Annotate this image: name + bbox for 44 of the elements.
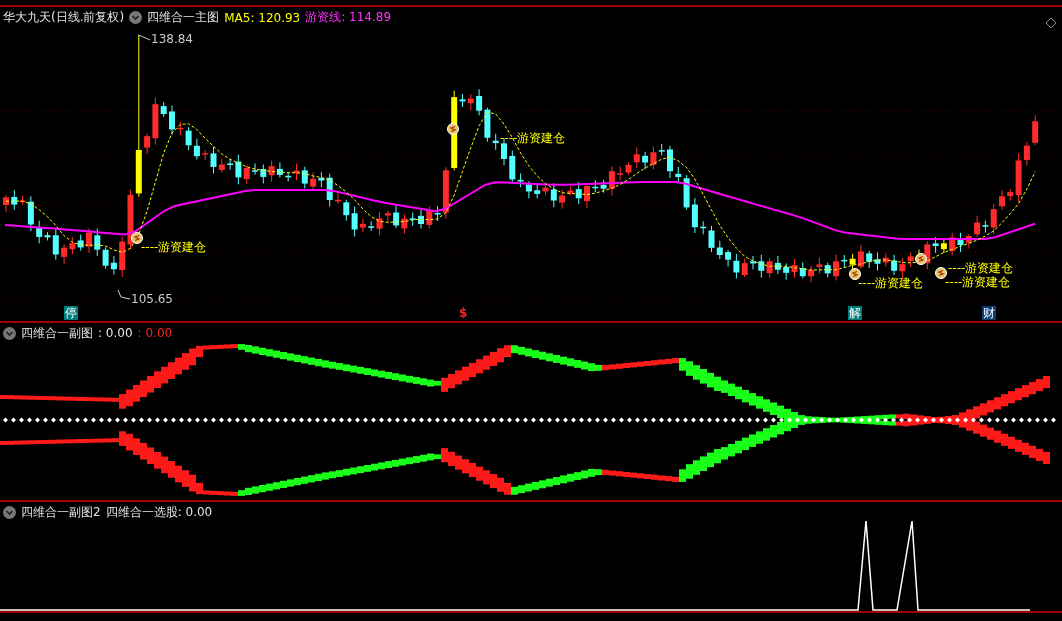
money-bag-icon [915,253,927,265]
event-marker[interactable]: 财 [982,305,996,320]
event-marker[interactable]: 停 [64,305,78,320]
money-bag-icon [131,232,143,244]
signal-label: ----游资建仓 [858,276,924,290]
indicator-value: : 0.00 [137,326,173,341]
indicator-value: : 0.00 [98,326,133,341]
hot-money-value: 游资线: 114.89 [305,9,392,26]
stock-name: 华大九天(日线.前复权) [3,9,125,26]
signal-label: ----游资建仓 [948,261,1014,275]
indicator-value: 四维合一选股: 0.00 [105,504,213,522]
candlestick [418,209,424,230]
candlestick [833,254,839,281]
candlestick [667,145,673,179]
indicator-name: 四维合一主图 [147,9,220,26]
high-price-label: 138.84 [151,32,193,46]
candlestick [86,227,92,254]
ma5-value: MA5: 120.93 [224,10,301,25]
collapse-icon[interactable] [129,11,143,24]
event-marker[interactable]: 解 [848,305,862,320]
candlestick [3,194,9,213]
diamond-icon[interactable] [1045,17,1057,29]
candlestick [750,255,756,270]
high-leader-line [137,34,151,41]
money-bag-icon [447,123,459,135]
candlestick [335,192,341,205]
signal-label: ----游资建仓 [945,275,1011,289]
low-price-label: 105.65 [131,292,173,306]
candlestick [584,183,590,209]
money-bag-icon [849,268,861,280]
collapse-icon[interactable] [3,506,16,520]
money-bag-icon [935,267,947,279]
low-leader-line [117,289,131,300]
indicator-name: 四维合一副图 [21,324,93,342]
candlestick [252,162,258,176]
candlestick [1032,114,1039,146]
indicator-name: 四维合一副图2 [21,504,101,522]
event-marker[interactable]: $ [458,305,469,320]
candlestick [501,138,507,166]
candlestick [169,105,175,136]
candlestick [999,189,1005,211]
collapse-icon[interactable] [3,326,16,340]
signal-label: ----游资建仓 [141,240,207,254]
signal-label: ----游资建仓 [500,131,566,145]
